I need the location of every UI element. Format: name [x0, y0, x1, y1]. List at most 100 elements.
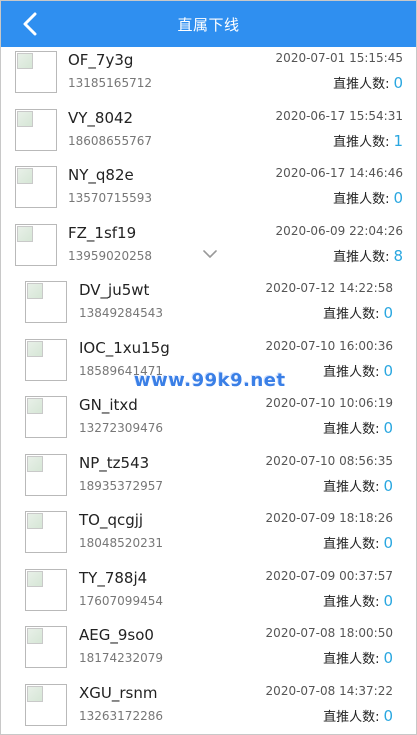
avatar — [15, 108, 57, 151]
avatar — [25, 338, 67, 381]
member-phone: 13959020258 — [68, 248, 152, 263]
avatar — [25, 511, 67, 553]
direct-count-value: 0 — [383, 361, 393, 380]
join-time: 2020-07-10 08:56:35 — [265, 453, 393, 468]
app-frame: 直属下线 OF_7y3g 13185165712 2020-07-01 15:1… — [0, 0, 417, 735]
direct-count: 直推人数: 0 — [323, 591, 393, 610]
member-name: TY_788j4 — [79, 568, 148, 587]
direct-count-label: 直推人数: — [323, 479, 380, 495]
expand-toggle[interactable] — [202, 245, 218, 258]
member-phone: 18608655767 — [68, 133, 152, 148]
direct-count-value: 8 — [393, 246, 403, 265]
member-name: NY_q82e — [68, 166, 134, 184]
direct-count-label: 直推人数: — [323, 709, 380, 725]
avatar — [25, 626, 67, 668]
member-phone: 17607099454 — [79, 593, 163, 608]
avatar — [15, 51, 57, 93]
member-name: GN_itxd — [79, 396, 138, 414]
member-phone: 18174232079 — [79, 651, 163, 665]
list-item[interactable]: AEG_9so0 18174232079 2020-07-08 18:00:50… — [1, 622, 416, 680]
direct-count-label: 直推人数: — [323, 652, 380, 667]
direct-count-label: 直推人数: — [323, 422, 380, 437]
list-item[interactable]: XGU_rsnm 13263172286 2020-07-08 14:37:22… — [1, 680, 416, 735]
direct-count-value: 0 — [393, 74, 403, 92]
avatar — [25, 453, 67, 496]
direct-count-label: 直推人数: — [333, 192, 390, 207]
direct-count-label: 直推人数: — [323, 594, 380, 610]
direct-count: 直推人数: 0 — [323, 303, 393, 322]
direct-count-value: 0 — [383, 304, 393, 322]
direct-count: 直推人数: 0 — [333, 73, 403, 92]
direct-count-label: 直推人数: — [323, 364, 380, 380]
avatar — [15, 166, 57, 208]
direct-count-label: 直推人数: — [323, 537, 380, 552]
list-item[interactable]: NP_tz543 18935372957 2020-07-10 08:56:35… — [1, 450, 416, 508]
list-item[interactable]: TO_qcgjj 18048520231 2020-07-09 18:18:26… — [1, 507, 416, 565]
list-item[interactable]: VY_8042 18608655767 2020-06-17 15:54:31 … — [1, 105, 416, 163]
member-phone: 13185165712 — [68, 76, 152, 90]
direct-count-value: 0 — [383, 706, 393, 725]
join-time: 2020-07-12 14:22:58 — [265, 281, 393, 295]
direct-count: 直推人数: 0 — [323, 361, 393, 380]
member-phone: 13570715593 — [68, 191, 152, 205]
direct-count-value: 0 — [383, 476, 393, 495]
member-name: DV_ju5wt — [79, 281, 150, 299]
join-time: 2020-06-17 14:46:46 — [275, 166, 403, 180]
member-name: OF_7y3g — [68, 51, 134, 69]
member-phone: 13272309476 — [79, 421, 163, 435]
join-time: 2020-07-09 00:37:57 — [265, 568, 393, 583]
member-name: IOC_1xu15g — [79, 338, 170, 357]
direct-count-value: 0 — [383, 534, 393, 552]
join-time: 2020-07-08 14:37:22 — [265, 683, 393, 698]
avatar — [25, 568, 67, 611]
member-name: FZ_1sf19 — [68, 223, 137, 242]
avatar — [25, 396, 67, 438]
member-name: VY_8042 — [68, 108, 134, 127]
direct-count-value: 0 — [383, 591, 393, 610]
page-title: 直属下线 — [177, 15, 240, 34]
list-item[interactable]: DV_ju5wt 13849284543 2020-07-12 14:22:58… — [1, 277, 416, 335]
list-item[interactable]: GN_itxd 13272309476 2020-07-10 10:06:19 … — [1, 392, 416, 450]
direct-count-value: 0 — [393, 189, 403, 207]
downline-list: OF_7y3g 13185165712 2020-07-01 15:15:45 … — [1, 47, 416, 735]
direct-count-label: 直推人数: — [333, 249, 390, 265]
member-name: TO_qcgjj — [79, 511, 144, 529]
watermark: www.99k9.net — [134, 370, 286, 391]
join-time: 2020-07-08 18:00:50 — [265, 626, 393, 640]
direct-count-label: 直推人数: — [333, 134, 390, 150]
direct-count-label: 直推人数: — [323, 307, 380, 322]
member-phone: 18935372957 — [79, 478, 163, 493]
direct-count: 直推人数: 0 — [323, 418, 393, 437]
avatar — [25, 281, 67, 323]
direct-count: 直推人数: 0 — [333, 188, 403, 207]
chevron-down-icon — [203, 250, 217, 258]
direct-count-label: 直推人数: — [333, 77, 390, 92]
join-time: 2020-07-10 10:06:19 — [265, 396, 393, 410]
header-bar: 直属下线 — [1, 1, 416, 47]
member-name: XGU_rsnm — [79, 683, 158, 702]
direct-count: 直推人数: 1 — [333, 131, 403, 150]
direct-count-value: 0 — [383, 419, 393, 437]
member-phone: 13263172286 — [79, 708, 163, 723]
member-name: NP_tz543 — [79, 453, 150, 472]
direct-count: 直推人数: 0 — [323, 706, 393, 725]
direct-count: 直推人数: 0 — [323, 533, 393, 552]
list-item[interactable]: NY_q82e 13570715593 2020-06-17 14:46:46 … — [1, 162, 416, 220]
member-phone: 13849284543 — [79, 306, 163, 320]
join-time: 2020-07-10 16:00:36 — [265, 338, 393, 353]
member-phone: 18048520231 — [79, 536, 163, 550]
avatar — [15, 223, 57, 266]
list-item[interactable]: OF_7y3g 13185165712 2020-07-01 15:15:45 … — [1, 47, 416, 105]
direct-count-value: 1 — [393, 131, 403, 150]
direct-count: 直推人数: 8 — [333, 246, 403, 265]
join-time: 2020-06-09 22:04:26 — [275, 223, 403, 238]
join-time: 2020-06-17 15:54:31 — [275, 108, 403, 123]
direct-count-value: 0 — [383, 649, 393, 667]
back-button[interactable] — [15, 9, 45, 39]
member-name: AEG_9so0 — [79, 626, 154, 644]
direct-count: 直推人数: 0 — [323, 648, 393, 667]
join-time: 2020-07-01 15:15:45 — [275, 51, 403, 65]
avatar — [25, 683, 67, 726]
list-item[interactable]: TY_788j4 17607099454 2020-07-09 00:37:57… — [1, 565, 416, 623]
chevron-left-icon — [23, 12, 37, 36]
